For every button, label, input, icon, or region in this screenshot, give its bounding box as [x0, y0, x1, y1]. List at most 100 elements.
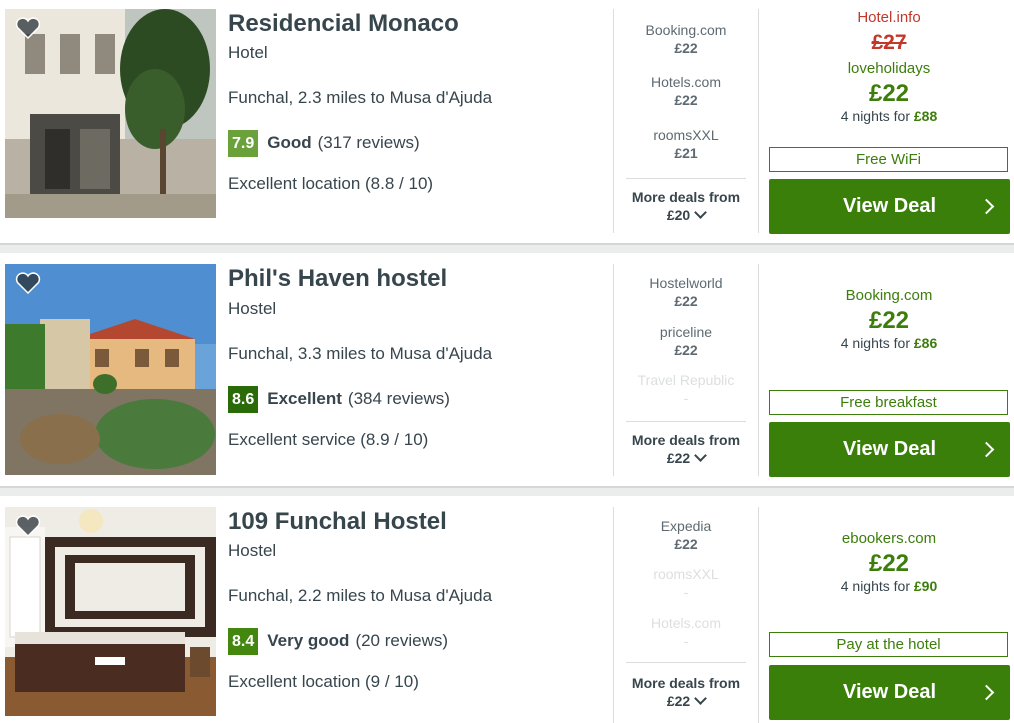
deal-price: £22 — [674, 40, 698, 56]
deal-item[interactable]: Booking.com £22 — [616, 21, 756, 57]
hotel-type: Hostel — [228, 541, 277, 560]
deal-site: Hotels.com — [650, 615, 722, 631]
deal-site: roomsXXL — [653, 127, 719, 143]
more-deals-button[interactable]: More deals from £22 — [626, 662, 746, 710]
hotel-type: Hostel — [228, 299, 277, 318]
view-deal-button[interactable]: View Deal — [769, 422, 1010, 477]
deal-price: £22 — [674, 92, 698, 108]
hotel-location: Funchal, 3.3 miles to Musa d'Ajuda — [228, 344, 493, 363]
more-deals-label: More deals from — [631, 189, 741, 205]
old-price: £27 — [871, 31, 907, 54]
deal-price: - — [683, 584, 689, 600]
deal-item[interactable]: Hostelworld £22 — [616, 274, 756, 310]
deal-item: roomsXXL - — [616, 565, 756, 601]
view-deal-label: View Deal — [842, 195, 937, 217]
more-deals-label: More deals from — [631, 675, 741, 691]
more-deals-button[interactable]: More deals from £20 — [626, 178, 746, 224]
more-deals-button[interactable]: More deals from £22 — [626, 421, 746, 467]
hotel-name[interactable]: Phil's Haven hostel — [228, 265, 447, 293]
sub-rating: Excellent location (8.8 / 10) — [228, 174, 434, 193]
divider — [613, 264, 614, 476]
chevron-down-icon — [694, 692, 708, 705]
hotel-photo[interactable] — [5, 9, 216, 218]
deal-item[interactable]: Expedia £22 — [616, 517, 756, 553]
best-partner: ebookers.com — [841, 530, 937, 547]
deal-site: roomsXXL — [653, 566, 719, 582]
more-deals-price: £20 — [666, 207, 691, 223]
divider — [758, 9, 759, 233]
more-deals-label: More deals from — [631, 432, 741, 448]
other-deals: Expedia £22 roomsXXL - Hotels.com - More… — [616, 496, 756, 723]
chevron-down-icon — [694, 206, 708, 219]
card-separator — [0, 243, 1014, 253]
hotel-location: Funchal, 2.3 miles to Musa d'Ajuda — [228, 88, 493, 107]
deal-site: Expedia — [660, 518, 712, 534]
best-deal[interactable]: ebookers.com £22 4 nights for £90 — [768, 530, 1010, 594]
hotel-photo[interactable] — [5, 507, 216, 716]
total-price: 4 nights for £86 — [840, 335, 938, 351]
other-deals: Hostelworld £22 priceline £22 Travel Rep… — [616, 253, 756, 486]
review-count[interactable]: (384 reviews) — [348, 389, 450, 409]
hotel-name[interactable]: Residencial Monaco — [228, 10, 459, 38]
more-deals-price: £22 — [666, 693, 691, 709]
hotel-card: Residencial Monaco Hotel Funchal, 2.3 mi… — [0, 0, 1014, 243]
divider — [613, 9, 614, 233]
rating-label: Very good — [267, 631, 350, 650]
card-separator — [0, 486, 1014, 496]
best-partner: Booking.com — [845, 287, 933, 304]
chevron-right-icon — [978, 198, 995, 215]
deal-site: Hostelworld — [649, 275, 723, 291]
score-badge: 8.4 — [228, 627, 259, 655]
score-badge: 8.6 — [228, 385, 259, 413]
hotel-location: Funchal, 2.2 miles to Musa d'Ajuda — [228, 586, 493, 605]
review-count[interactable]: (20 reviews) — [355, 631, 448, 651]
view-deal-label: View Deal — [842, 438, 937, 460]
divider — [758, 264, 759, 476]
view-deal-button[interactable]: View Deal — [769, 665, 1010, 720]
view-deal-label: View Deal — [842, 681, 937, 703]
best-deal[interactable]: Booking.com £22 4 nights for £86 — [768, 287, 1010, 351]
review-count[interactable]: (317 reviews) — [318, 133, 420, 153]
deal-price: £22 — [674, 536, 698, 552]
deal-item: Hotels.com - — [616, 614, 756, 650]
deal-site: Travel Republic — [637, 372, 735, 388]
deal-price: - — [683, 390, 689, 406]
favorite-heart-icon[interactable] — [15, 515, 41, 537]
chevron-down-icon — [694, 449, 708, 462]
view-deal-button[interactable]: View Deal — [769, 179, 1010, 234]
divider — [758, 507, 759, 723]
deal-price: £22 — [674, 293, 698, 309]
rating-row: 8.4 Very good (20 reviews) — [228, 627, 448, 655]
divider — [613, 507, 614, 723]
deal-item[interactable]: Hotels.com £22 — [616, 73, 756, 109]
rating-label: Excellent — [267, 389, 342, 408]
deal-item: Travel Republic - — [616, 371, 756, 407]
deal-item[interactable]: priceline £22 — [616, 323, 756, 359]
total-price: 4 nights for £88 — [840, 108, 938, 124]
deal-site: Booking.com — [645, 22, 727, 38]
rating-row: 7.9 Good (317 reviews) — [228, 129, 420, 157]
best-partner: loveholidays — [847, 60, 931, 77]
favorite-heart-icon[interactable] — [15, 272, 41, 294]
feature-badge: Pay at the hotel — [769, 632, 1008, 657]
hotel-name[interactable]: 109 Funchal Hostel — [228, 508, 447, 536]
other-deals: Booking.com £22 Hotels.com £22 roomsXXL … — [616, 0, 756, 243]
deal-site: Hotels.com — [650, 74, 722, 90]
sub-rating: Excellent service (8.9 / 10) — [228, 430, 429, 449]
favorite-heart-icon[interactable] — [15, 17, 41, 39]
best-price: £22 — [868, 80, 910, 107]
hotel-card: 109 Funchal Hostel Hostel Funchal, 2.2 m… — [0, 496, 1014, 723]
rating-row: 8.6 Excellent (384 reviews) — [228, 385, 450, 413]
hotel-card: Phil's Haven hostel Hostel Funchal, 3.3 … — [0, 253, 1014, 486]
hotel-photo[interactable] — [5, 264, 216, 475]
best-price: £22 — [868, 307, 910, 334]
old-partner: Hotel.info — [857, 9, 921, 26]
feature-badge: Free breakfast — [769, 390, 1008, 415]
deal-price: £21 — [674, 145, 698, 161]
rating-label: Good — [267, 133, 312, 152]
best-deal[interactable]: Hotel.info £27 loveholidays £22 4 nights… — [768, 9, 1010, 124]
hotel-type: Hotel — [228, 43, 268, 62]
deal-item[interactable]: roomsXXL £21 — [616, 126, 756, 162]
total-price: 4 nights for £90 — [840, 578, 938, 594]
deal-price: - — [683, 633, 689, 649]
